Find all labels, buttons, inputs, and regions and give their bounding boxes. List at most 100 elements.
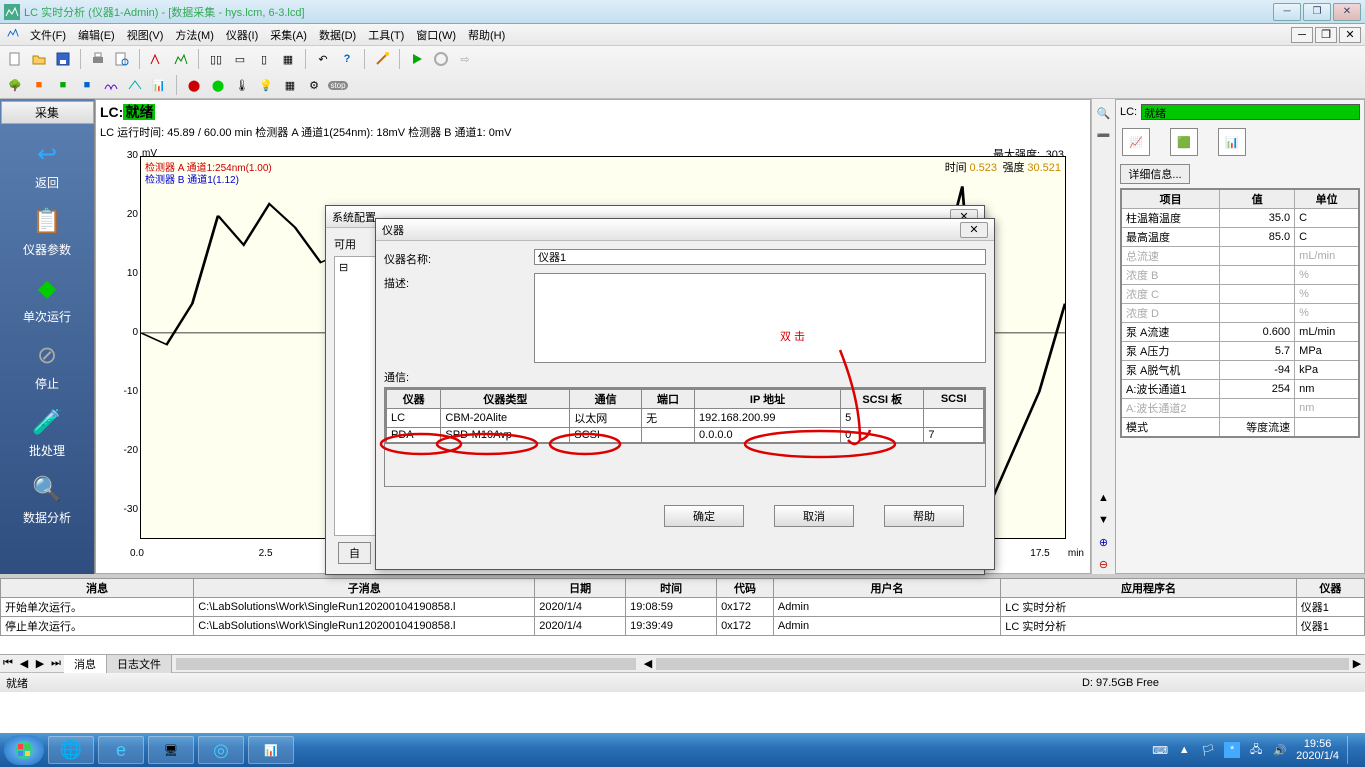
vtool-zoom-out[interactable]: ➖ [1094, 125, 1114, 145]
run-button[interactable] [406, 48, 428, 70]
tb2-4[interactable]: ■ [76, 74, 98, 96]
mdi-minimize-button[interactable]: ─ [1291, 27, 1313, 43]
description-textarea[interactable] [534, 273, 986, 363]
tb2-3[interactable]: ■ [52, 74, 74, 96]
preview-button[interactable] [111, 48, 133, 70]
detail-button[interactable]: 详细信息... [1120, 164, 1190, 184]
tb2-7[interactable]: 📊 [148, 74, 170, 96]
close-button[interactable]: ✕ [1333, 3, 1361, 21]
tray-clock[interactable]: 19:562020/1/4 [1296, 738, 1339, 762]
wizard-button[interactable] [371, 48, 393, 70]
stop-tbbutton[interactable] [430, 48, 452, 70]
sidebar-item-5[interactable]: 🔍数据分析 [7, 465, 87, 532]
print-button[interactable] [87, 48, 109, 70]
start-button[interactable] [4, 735, 44, 765]
task-app2[interactable]: 📊 [248, 736, 294, 764]
menu-帮助(H)[interactable]: 帮助(H) [462, 28, 511, 44]
tab-first[interactable]: ⏮ [0, 657, 16, 670]
comm-table-row[interactable]: LCCBM-20Alite以太网无192.168.200.995 [386, 409, 984, 428]
minimize-button[interactable]: ─ [1273, 3, 1301, 21]
help-button[interactable]: ? [336, 48, 358, 70]
mdi-close-button[interactable]: ✕ [1339, 27, 1361, 43]
menu-方法(M)[interactable]: 方法(M) [169, 28, 220, 44]
task-app1[interactable]: ◎ [198, 736, 244, 764]
right-icon-3[interactable]: 📊 [1218, 128, 1246, 156]
show-desktop-button[interactable] [1347, 736, 1355, 764]
ok-button[interactable]: 确定 [664, 505, 744, 527]
comm-table-row[interactable]: PDASPD-M10AvpSCSI0.0.0.007 [386, 428, 984, 444]
log-scroll-h-left[interactable] [176, 658, 636, 670]
maximize-button[interactable]: ❐ [1303, 3, 1331, 21]
menu-仪器(I)[interactable]: 仪器(I) [220, 28, 264, 44]
menu-数据(D)[interactable]: 数据(D) [313, 28, 362, 44]
dlg2-close-button[interactable]: ✕ [960, 222, 988, 238]
tray-net[interactable]: 🖧 [1248, 742, 1264, 758]
tb2-11[interactable]: 💡 [255, 74, 277, 96]
next-button[interactable]: ⇨ [454, 48, 476, 70]
log-row[interactable]: 停止单次运行。C:\LabSolutions\Work\SingleRun120… [1, 617, 1365, 636]
sidebar-item-0[interactable]: ↩返回 [7, 130, 87, 197]
communication-table[interactable]: 仪器仪器类型通信端口IP 地址SCSI 板SCSI LCCBM-20Alite以… [385, 388, 985, 444]
menu-文件(F)[interactable]: 文件(F) [24, 28, 72, 44]
chrom-button[interactable] [170, 48, 192, 70]
vtool-minus[interactable]: ⊖ [1094, 554, 1114, 574]
tray-star[interactable]: * [1224, 742, 1240, 758]
tb2-10[interactable]: 🌡 [231, 74, 253, 96]
tab-next[interactable]: ▶ [32, 657, 48, 670]
tab-logfiles[interactable]: 日志文件 [107, 655, 172, 673]
tb2-12[interactable]: ▦ [279, 74, 301, 96]
tray-flag[interactable]: 🏳 [1200, 742, 1216, 758]
menu-工具(T)[interactable]: 工具(T) [362, 28, 410, 44]
window-split-button[interactable]: ▯▯ [205, 48, 227, 70]
menu-采集(A)[interactable]: 采集(A) [264, 28, 313, 44]
tab-last[interactable]: ⏭ [48, 657, 64, 670]
dlg1-tree-root[interactable]: ⊟ [339, 262, 348, 274]
undo-button[interactable]: ↶ [312, 48, 334, 70]
save-button[interactable] [52, 48, 74, 70]
tab-messages[interactable]: 消息 [64, 655, 107, 673]
task-ie[interactable]: e [98, 736, 144, 764]
mdi-restore-button[interactable]: ❐ [1315, 27, 1337, 43]
menu-视图(V)[interactable]: 视图(V) [121, 28, 170, 44]
tb2-9[interactable]: ⬤ [207, 74, 229, 96]
task-chrome[interactable]: 🌐 [48, 736, 94, 764]
window-h-button[interactable]: ▭ [229, 48, 251, 70]
tree-button[interactable]: 🌳 [4, 74, 26, 96]
open-button[interactable] [28, 48, 50, 70]
task-device[interactable]: 🖥 [148, 736, 194, 764]
tb2-5[interactable] [100, 74, 122, 96]
sidebar-item-1[interactable]: 📋仪器参数 [7, 197, 87, 264]
log-scroll-left[interactable]: ◀ [640, 657, 656, 670]
dlg1-auto-button[interactable]: 自 [338, 542, 371, 564]
menu-编辑(E)[interactable]: 编辑(E) [72, 28, 121, 44]
tb2-2[interactable]: ■ [28, 74, 50, 96]
cancel-button[interactable]: 取消 [774, 505, 854, 527]
tb2-stop[interactable]: stop [327, 74, 349, 96]
vtool-1[interactable]: ▲ [1094, 488, 1114, 508]
tray-ime[interactable]: ⌨ [1152, 742, 1168, 758]
vtool-plus[interactable]: ⊕ [1094, 532, 1114, 552]
help-dialog-button[interactable]: 帮助 [884, 505, 964, 527]
log-row[interactable]: 开始单次运行。C:\LabSolutions\Work\SingleRun120… [1, 598, 1365, 617]
tray-vol[interactable]: 🔊 [1272, 742, 1288, 758]
log-scroll-h-right[interactable] [656, 658, 1349, 670]
window-grid-button[interactable]: ▦ [277, 48, 299, 70]
peak-button[interactable] [146, 48, 168, 70]
sidebar-item-3[interactable]: ⊘停止 [7, 331, 87, 398]
sidebar-item-4[interactable]: 🧪批处理 [7, 398, 87, 465]
tb2-6[interactable] [124, 74, 146, 96]
menu-窗口(W)[interactable]: 窗口(W) [410, 28, 462, 44]
tb2-8[interactable]: ⬤ [183, 74, 205, 96]
sidebar-item-2[interactable]: ◆单次运行 [7, 264, 87, 331]
window-v-button[interactable]: ▯ [253, 48, 275, 70]
instrument-name-input[interactable] [534, 249, 986, 265]
new-button[interactable] [4, 48, 26, 70]
vtool-2[interactable]: ▼ [1094, 510, 1114, 530]
tray-up[interactable]: ▲ [1176, 742, 1192, 758]
right-icon-1[interactable]: 📈 [1122, 128, 1150, 156]
tab-prev[interactable]: ◀ [16, 657, 32, 670]
log-scroll-right[interactable]: ▶ [1349, 657, 1365, 670]
right-icon-2[interactable]: 🟩 [1170, 128, 1198, 156]
tb2-13[interactable]: ⚙ [303, 74, 325, 96]
vtool-zoom-in[interactable]: 🔍 [1094, 103, 1114, 123]
